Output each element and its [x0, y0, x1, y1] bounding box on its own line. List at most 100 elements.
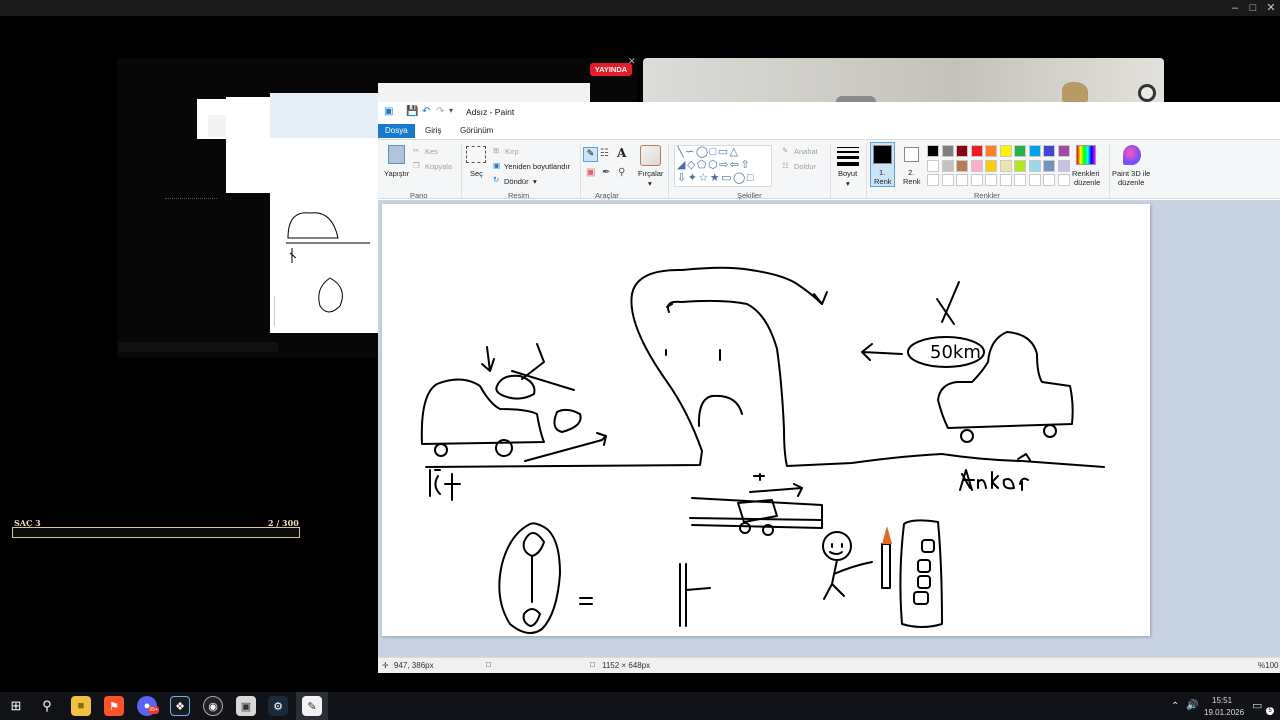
canvas-area: 50km — [378, 200, 1280, 657]
paint3d-button[interactable]: Paint 3D ile — [1112, 169, 1150, 178]
crop-button[interactable]: Kırp — [505, 147, 519, 156]
edit-colors-icon[interactable] — [1076, 145, 1096, 165]
custom-color-slot[interactable] — [941, 174, 954, 186]
edit-colors-button[interactable]: düzenle — [1074, 178, 1100, 187]
palette-swatch[interactable] — [985, 159, 997, 172]
start-icon[interactable]: ⊞ — [6, 696, 26, 716]
magnifier-icon[interactable]: ⚲ — [618, 167, 625, 178]
notification-icon[interactable]: ▭ — [1252, 699, 1262, 712]
custom-color-slot[interactable] — [1043, 174, 1055, 186]
palette-swatch[interactable] — [985, 145, 997, 157]
file-explorer-icon[interactable]: ■ — [71, 696, 91, 716]
canvas-drawing: 50km — [420, 266, 1105, 634]
shapes-group-label: Şekiller — [737, 191, 762, 200]
undo-icon[interactable]: ↶ — [422, 106, 430, 117]
paste-button[interactable]: Yapıştır — [384, 169, 409, 178]
paint-icon[interactable]: ✎ — [302, 696, 322, 716]
palette-swatch[interactable] — [927, 159, 939, 172]
size-icon[interactable] — [837, 145, 859, 166]
app-icon[interactable]: ❖ — [170, 696, 190, 716]
app-icon[interactable]: ▣ — [236, 696, 256, 716]
paste-icon[interactable] — [388, 145, 405, 164]
palette-swatch[interactable] — [1028, 159, 1041, 172]
volume-icon[interactable]: 🔊 — [1186, 700, 1198, 711]
cut-button[interactable]: Kes — [425, 147, 438, 156]
palette-swatch[interactable] — [941, 159, 954, 172]
select-button[interactable]: Seç — [470, 169, 483, 178]
zoom-level[interactable]: %100 — [1258, 661, 1278, 670]
hud-progress-bar — [12, 527, 300, 538]
palette-swatch[interactable] — [927, 145, 939, 157]
drawing-canvas[interactable]: 50km — [382, 204, 1150, 636]
custom-color-slot[interactable] — [985, 174, 997, 186]
brushes-button[interactable]: Fırçalar — [638, 169, 663, 178]
save-icon[interactable]: 💾 — [406, 106, 418, 117]
paint3d-button[interactable]: düzenle — [1118, 178, 1144, 187]
copy-button[interactable]: Kopyala — [425, 162, 452, 171]
clipboard-group-label: Pano — [410, 191, 428, 200]
rotate-button[interactable]: Döndür — [504, 177, 529, 186]
chevron-up-icon[interactable]: ⌃ — [1171, 701, 1179, 712]
palette-swatch[interactable] — [1014, 159, 1026, 172]
paint3d-icon[interactable] — [1123, 145, 1141, 165]
custom-color-slot[interactable] — [999, 174, 1012, 186]
custom-color-slot[interactable] — [927, 174, 939, 186]
palette-swatch[interactable] — [1043, 145, 1055, 157]
palette-swatch[interactable] — [956, 145, 968, 157]
color2-label: Renk — [903, 177, 921, 186]
palette-swatch[interactable] — [1028, 145, 1041, 157]
close-button[interactable]: ✕ — [1260, 0, 1280, 16]
fill-button[interactable]: Doldur — [794, 162, 816, 171]
fill-icon: ☷ — [782, 161, 789, 170]
select-icon[interactable] — [466, 146, 486, 163]
clock-date[interactable]: 19.01.2026 — [1204, 708, 1244, 717]
brushes-icon[interactable] — [640, 145, 661, 166]
tab-view[interactable]: Görünüm — [453, 124, 500, 138]
eraser-tool-icon[interactable]: ▣ — [586, 167, 595, 178]
palette-swatch[interactable] — [999, 145, 1012, 157]
obs-icon[interactable]: ◉ — [203, 696, 223, 716]
text-tool-icon[interactable]: A — [617, 146, 626, 160]
palette-swatch[interactable] — [999, 159, 1012, 172]
nested-taskbar — [165, 198, 217, 201]
palette-swatch[interactable] — [1057, 145, 1070, 157]
redo-icon[interactable]: ↷ — [436, 106, 444, 117]
palette-swatch[interactable] — [1043, 159, 1055, 172]
window-title: Adsız - Paint — [466, 107, 515, 117]
size-dropdown-icon[interactable]: ▾ — [846, 179, 850, 188]
webcam-object — [1138, 84, 1156, 102]
steam-icon[interactable]: ⚙ — [268, 696, 288, 716]
custom-color-slot[interactable] — [956, 174, 968, 186]
palette-swatch[interactable] — [970, 145, 983, 157]
fill-tool-icon[interactable]: ☷ — [600, 148, 609, 159]
custom-color-slot[interactable] — [970, 174, 983, 186]
outline-button[interactable]: Anahat — [794, 147, 818, 156]
search-icon[interactable]: ⚲ — [37, 696, 57, 716]
palette-swatch[interactable] — [941, 145, 954, 157]
resize-button[interactable]: Yeniden boyutlandır — [504, 162, 570, 171]
clock-time[interactable]: 15:51 — [1212, 696, 1232, 705]
brave-browser-icon[interactable]: ⚑ — [104, 696, 124, 716]
size-button[interactable]: Boyut — [838, 169, 857, 178]
rotate-dropdown-icon[interactable]: ▾ — [533, 177, 537, 186]
color-picker-icon[interactable]: ✒ — [602, 167, 610, 178]
discord-badge: 99+ — [148, 706, 159, 714]
tab-file[interactable]: Dosya — [378, 124, 415, 138]
palette-swatch[interactable] — [1057, 159, 1070, 172]
image-group-label: Resim — [508, 191, 530, 200]
custom-color-slot[interactable] — [1028, 174, 1041, 186]
palette-swatch[interactable] — [970, 159, 983, 172]
brushes-dropdown-icon[interactable]: ▾ — [648, 179, 652, 188]
palette-swatch[interactable] — [956, 159, 968, 172]
shapes-gallery[interactable]: ╲∽◯□▭△ ◢◇⬠⬡⇨⇦⇧ ⇩✦☆★▭◯□ — [674, 145, 772, 187]
custom-color-slot[interactable] — [1014, 174, 1026, 186]
pencil-tool-icon[interactable]: ✎ — [583, 147, 598, 162]
edit-colors-button[interactable]: Renkleri — [1072, 169, 1100, 178]
color1-swatch — [873, 145, 892, 164]
palette-swatch[interactable] — [1014, 145, 1026, 157]
color2-swatch[interactable] — [904, 147, 919, 162]
close-icon[interactable]: ✕ — [628, 56, 636, 67]
tab-home[interactable]: Giriş — [418, 124, 448, 138]
custom-color-slot[interactable] — [1057, 174, 1070, 186]
customize-quick-access-icon[interactable]: ▾ — [449, 106, 453, 115]
